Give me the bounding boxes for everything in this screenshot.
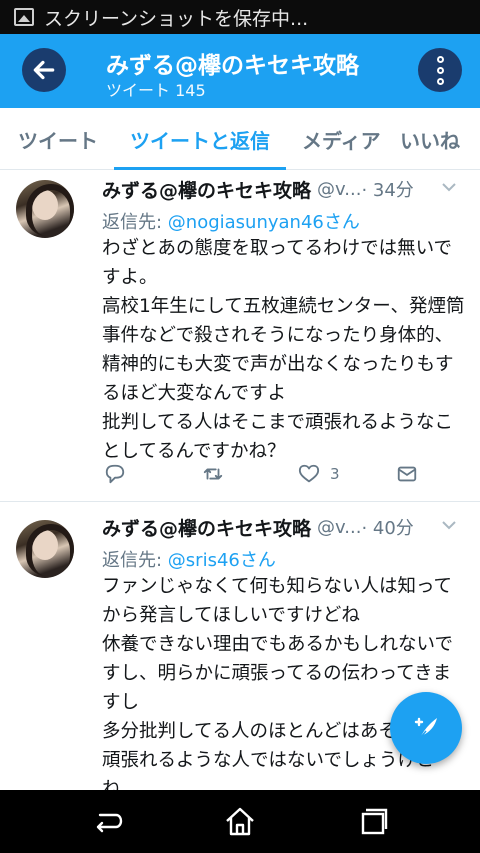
profile-name: みずる@欅のキセキ攻略 <box>106 53 359 79</box>
reply-icon <box>105 464 125 484</box>
more-options-button[interactable] <box>418 48 462 92</box>
envelope-icon <box>397 466 417 482</box>
reply-mention-link[interactable]: @sris46さん <box>168 550 276 571</box>
avatar[interactable] <box>16 520 74 578</box>
profile-header: みずる@欅のキセキ攻略 ツイート 145 <box>0 34 480 108</box>
reply-prefix: 返信先: <box>102 550 168 571</box>
profile-tabs: ツイート ツイートと返信 メディア いいね <box>0 108 480 170</box>
tab-likes[interactable]: いいね <box>400 108 460 170</box>
retweet-icon <box>203 468 223 480</box>
image-notification-icon <box>14 8 34 26</box>
like-count: 3 <box>330 465 340 483</box>
tweet-header: みずる@欅のキセキ攻略 @v... · 34分 <box>102 176 466 202</box>
tweet[interactable]: みずる@欅のキセキ攻略 @v... · 34分 返信先: @nogiasunya… <box>0 170 480 502</box>
reply-to: 返信先: @nogiasunyan46さん <box>102 208 360 234</box>
tweet-time: · 34分 <box>361 180 414 201</box>
retweet-button[interactable] <box>202 460 224 488</box>
tab-tweets[interactable]: ツイート <box>18 108 98 170</box>
dot-icon <box>436 55 444 63</box>
tweet-author-handle: @v... <box>317 516 362 538</box>
tweet-time: · 40分 <box>361 518 414 539</box>
heart-icon <box>298 464 320 483</box>
tweet-count: ツイート 145 <box>106 81 206 100</box>
chevron-down-icon[interactable] <box>440 178 458 196</box>
reply-prefix: 返信先: <box>102 212 168 233</box>
direct-message-button[interactable] <box>396 460 418 488</box>
tweet-actions: 3 <box>102 460 422 488</box>
system-nav-bar <box>0 790 480 853</box>
reply-mention-link[interactable]: @nogiasunyan46さん <box>168 212 360 233</box>
dot-icon <box>436 66 444 74</box>
tab-media[interactable]: メディア <box>302 108 381 170</box>
home-nav-icon[interactable] <box>223 806 257 836</box>
compose-tweet-button[interactable] <box>390 692 462 764</box>
recent-apps-nav-icon[interactable] <box>356 806 390 836</box>
like-button[interactable]: 3 <box>298 460 340 488</box>
avatar[interactable] <box>16 180 74 238</box>
tweet-author-handle: @v... <box>317 178 362 200</box>
reply-button[interactable] <box>104 460 126 488</box>
tweet-author-name[interactable]: みずる@欅のキセキ攻略 <box>102 514 311 541</box>
arrow-left-icon <box>33 60 55 80</box>
back-nav-icon[interactable] <box>90 806 124 836</box>
tweet-header: みずる@欅のキセキ攻略 @v... · 40分 <box>102 514 466 540</box>
back-button[interactable] <box>22 48 66 92</box>
chevron-down-icon[interactable] <box>440 516 458 534</box>
dot-icon <box>436 77 444 85</box>
tweet-text: わざとあの態度を取ってるわけでは無いですよ。 高校1年生にして五枚連続センター、… <box>102 238 465 462</box>
tweet-author-name[interactable]: みずる@欅のキセキ攻略 <box>102 176 311 203</box>
status-notification-text: スクリーンショットを保存中... <box>44 7 309 30</box>
compose-feather-icon <box>414 717 437 739</box>
status-bar: スクリーンショットを保存中... <box>0 0 480 34</box>
tab-tweets-and-replies[interactable]: ツイートと返信 <box>114 108 286 170</box>
reply-to: 返信先: @sris46さん <box>102 546 276 572</box>
